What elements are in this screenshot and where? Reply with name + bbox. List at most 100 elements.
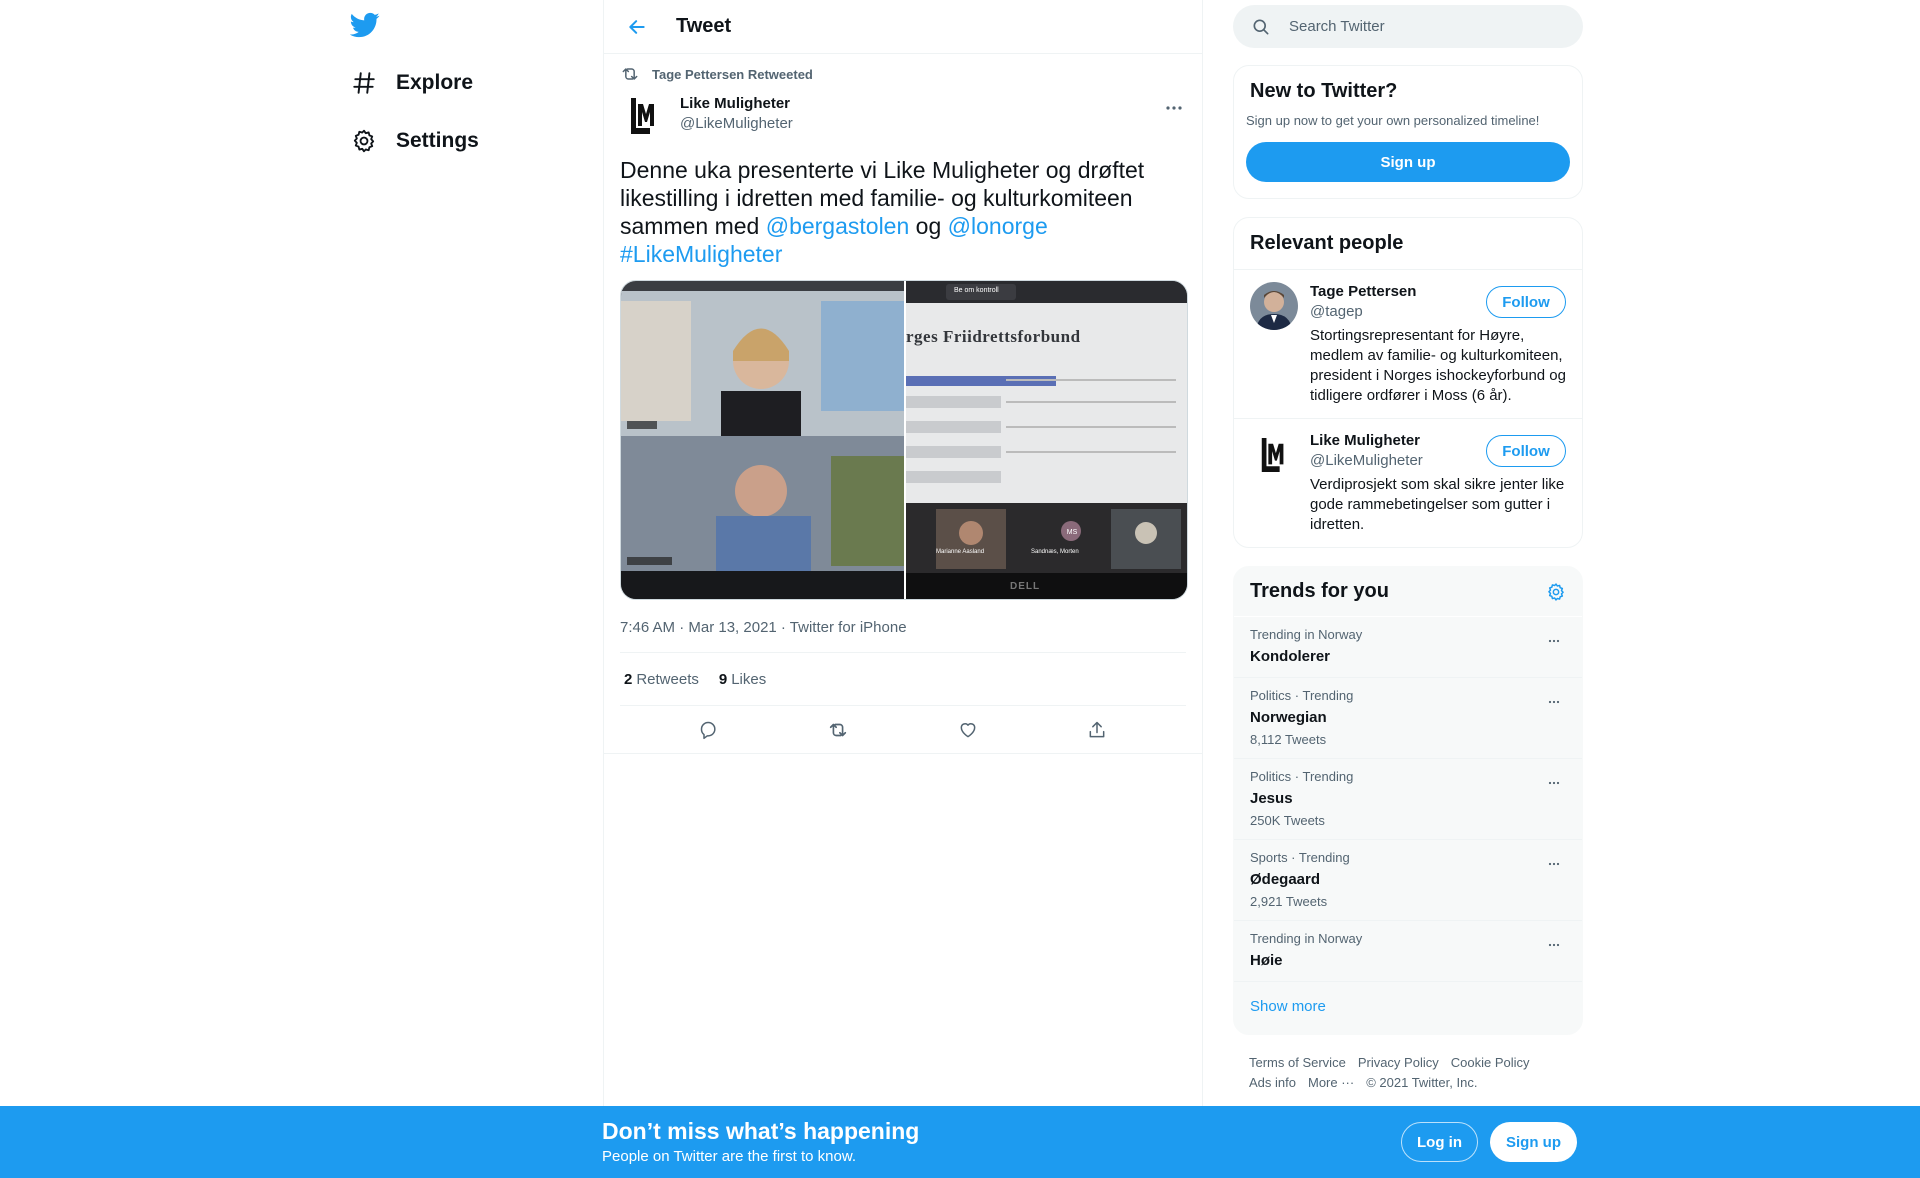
media-participant-name: Sandnæs, Morten <box>1031 549 1079 555</box>
likes-count: 9 <box>718 670 728 688</box>
card-title: Trends for you <box>1250 580 1389 602</box>
tweet-text-part: og <box>909 213 948 239</box>
sign-up-button[interactable]: Sign up <box>1246 142 1570 182</box>
tweet-media[interactable]: Be om kontroll rges Friidrettsforbund MS… <box>620 280 1188 600</box>
follow-button[interactable]: Follow <box>1486 286 1566 318</box>
ads-info-link[interactable]: Ads info <box>1249 1073 1296 1093</box>
main-column: Tweet Tage Pettersen Retweeted Like Muli… <box>603 0 1203 1106</box>
log-in-button[interactable]: Log in <box>1401 1122 1478 1162</box>
arrow-left-icon <box>629 19 645 34</box>
footer-links: Terms of Service Privacy Policy Cookie Pol… <box>1233 1035 1583 1093</box>
trends-card: Trends for you Trending in Norway Kondol… <box>1233 566 1583 1035</box>
person-item[interactable]: Tage Pettersen @tagep Stortingsrepresent… <box>1234 269 1582 418</box>
trend-count: 8,112 Tweets <box>1250 732 1327 747</box>
search-input[interactable] <box>1289 18 1549 35</box>
show-more-link[interactable]: Show more <box>1234 982 1582 1034</box>
retweeted-by: Tage Pettersen Retweeted <box>652 66 813 82</box>
person-item[interactable]: Like Muligheter @LikeMuligheter Verdipro… <box>1234 418 1582 547</box>
tweet-actions <box>604 706 1202 754</box>
tweet: Tage Pettersen Retweeted Like Muligheter… <box>604 64 1202 754</box>
nav-item-label: Explore <box>396 71 474 94</box>
more-options-icon[interactable] <box>1542 773 1566 793</box>
retweet-context[interactable]: Tage Pettersen Retweeted <box>620 64 1186 84</box>
avatar[interactable] <box>1250 431 1298 479</box>
share-icon <box>1089 721 1105 737</box>
trend-context: Trending in Norway <box>1250 931 1363 946</box>
media-photo-right[interactable]: Be om kontroll rges Friidrettsforbund MS… <box>904 281 1187 599</box>
gear-icon <box>350 127 378 155</box>
right-sidebar: New to Twitter? Sign up now to get your … <box>1233 0 1583 1093</box>
more-link[interactable]: More ··· <box>1308 1073 1354 1093</box>
nav-item-settings[interactable]: Settings <box>350 119 479 163</box>
person-bio: Stortingsrepresentant for Høyre, medlem … <box>1310 327 1566 404</box>
search-bar[interactable] <box>1233 5 1583 48</box>
media-participant-name: Marianne Aasland <box>936 549 985 555</box>
avatar[interactable] <box>1250 282 1298 330</box>
tweet-text: Denne uka presenterte vi Like Muligheter… <box>620 156 1186 268</box>
more-options-icon[interactable] <box>1542 631 1566 651</box>
avatar[interactable] <box>620 92 668 140</box>
media-slide-heading: rges Friidrettsforbund <box>906 327 1081 346</box>
media-initials: MS <box>1064 524 1080 540</box>
nav-item-explore[interactable]: Explore <box>350 61 473 105</box>
trend-name: Norwegian <box>1250 709 1327 726</box>
person-bio: Verdiprosjekt som skal sikre jenter like… <box>1310 476 1565 533</box>
back-button[interactable] <box>620 10 654 44</box>
tweet-timestamp[interactable]: 7:46 AM · Mar 13, 2021 · Twitter for iPh… <box>620 618 1186 638</box>
media-brand-text: DELL <box>1010 581 1041 592</box>
retweets-count: 2 <box>624 670 633 688</box>
copyright: © 2021 Twitter, Inc. <box>1366 1075 1478 1090</box>
trend-count: 250K Tweets <box>1250 813 1325 828</box>
trend-name: Jesus <box>1250 790 1293 807</box>
trend-context: Trending in Norway <box>1250 627 1363 642</box>
trend-context: Politics · Trending <box>1250 688 1354 703</box>
prompt-title: Don’t miss what’s happening <box>602 1118 920 1144</box>
trend-item[interactable]: Politics · Trending Norwegian 8,112 Twee… <box>1234 678 1582 759</box>
media-photo-left[interactable] <box>621 281 904 599</box>
hashtag-link[interactable]: #LikeMuligheter <box>620 241 782 267</box>
cookie-link[interactable]: Cookie Policy <box>1451 1053 1530 1073</box>
privacy-link[interactable]: Privacy Policy <box>1358 1053 1439 1073</box>
retweet-icon <box>830 723 847 736</box>
tweet-stats: 2 Retweets 9 Likes <box>620 652 1186 706</box>
retweets-stat[interactable]: 2 Retweets <box>624 671 699 688</box>
trend-item[interactable]: Politics · Trending Jesus 250K Tweets <box>1234 759 1582 840</box>
trend-item[interactable]: Trending in Norway Høie <box>1234 921 1582 982</box>
prompt-subtitle: People on Twitter are the first to know. <box>602 1148 857 1165</box>
hashtag-icon <box>350 69 378 97</box>
relevant-people-card: Relevant people Tage Pettersen @tagep St… <box>1233 217 1583 548</box>
trend-item[interactable]: Trending in Norway Kondolerer <box>1234 617 1582 678</box>
mention-link[interactable]: @lonorge <box>948 213 1048 239</box>
likes-stat[interactable]: 9 Likes <box>719 671 766 688</box>
card-subtitle: Sign up now to get your own personalized… <box>1246 113 1540 128</box>
more-options-icon[interactable] <box>1542 692 1566 712</box>
search-icon <box>1253 19 1269 35</box>
likes-label: Likes <box>731 670 767 688</box>
trend-item[interactable]: Sports · Trending Ødegaard 2,921 Tweets <box>1234 840 1582 921</box>
trend-context: Sports · Trending <box>1250 850 1350 865</box>
share-button[interactable] <box>1079 712 1115 748</box>
new-to-twitter-card: New to Twitter? Sign up now to get your … <box>1233 65 1583 199</box>
terms-link[interactable]: Terms of Service <box>1249 1053 1346 1073</box>
follow-button[interactable]: Follow <box>1486 435 1566 467</box>
retweet-button[interactable] <box>820 712 856 748</box>
like-button[interactable] <box>950 712 986 748</box>
twitter-bird-icon[interactable] <box>349 10 384 44</box>
retweets-label: Retweets <box>636 670 699 688</box>
media-overlay-button: Be om kontroll <box>954 287 999 294</box>
sign-up-button[interactable]: Sign up <box>1490 1122 1577 1162</box>
reply-button[interactable] <box>691 712 727 748</box>
card-title: Relevant people <box>1250 232 1404 254</box>
reply-icon <box>700 721 716 739</box>
trend-count: 2,921 Tweets <box>1250 894 1328 909</box>
retweet-icon <box>622 68 638 80</box>
author-name[interactable]: Like Muligheter <box>680 94 793 114</box>
more-options-icon[interactable] <box>1542 935 1566 955</box>
more-options-icon[interactable] <box>1162 98 1186 118</box>
mention-link[interactable]: @bergastolen <box>766 213 910 239</box>
gear-icon[interactable] <box>1546 582 1566 602</box>
tweet-author: Like Muligheter @LikeMuligheter <box>620 92 1186 144</box>
page-title: Tweet <box>676 15 732 37</box>
author-handle[interactable]: @LikeMuligheter <box>680 114 793 134</box>
more-options-icon[interactable] <box>1542 854 1566 874</box>
